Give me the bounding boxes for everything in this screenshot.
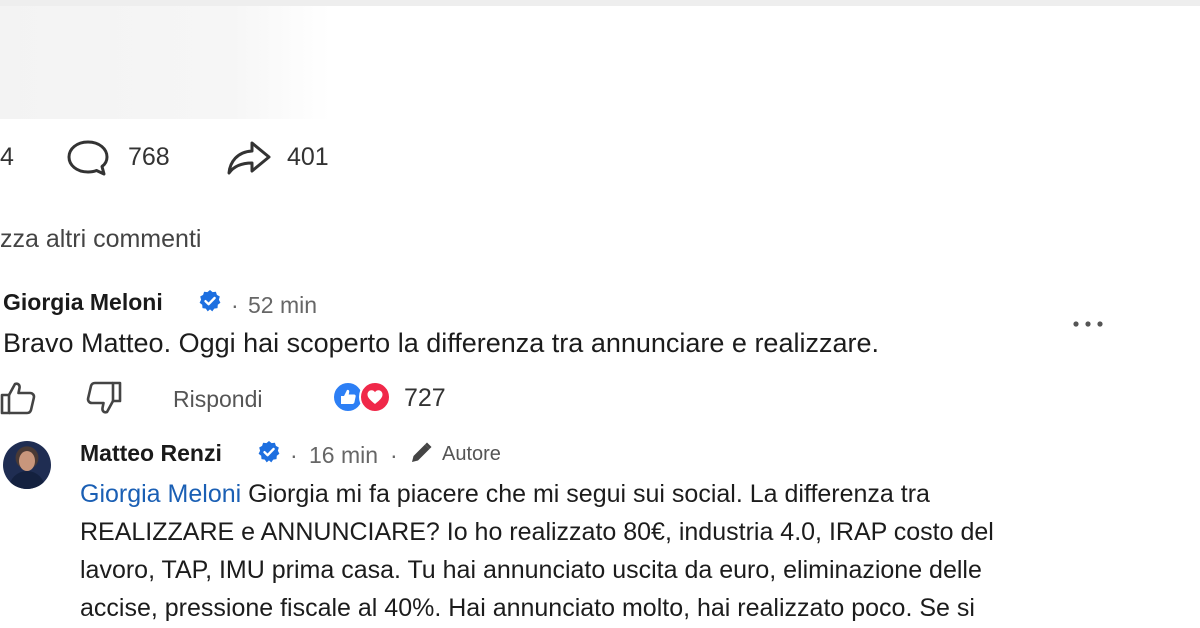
pencil-icon xyxy=(412,442,432,462)
like-icon[interactable] xyxy=(0,380,38,416)
shares-count[interactable]: 401 xyxy=(287,143,329,172)
share-icon[interactable] xyxy=(226,138,272,178)
verified-badge-icon xyxy=(258,441,280,463)
avatar[interactable] xyxy=(3,441,51,489)
reply-text-line-4: accise, pressione fiscale al 40%. Hai an… xyxy=(80,594,975,622)
reply-text-line-1: Giorgia Meloni Giorgia mi fa piacere che… xyxy=(80,476,930,512)
reply-dot-separator-2: · xyxy=(390,442,398,468)
reply-line-1: Giorgia mi fa piacere che mi segui sui s… xyxy=(241,480,930,508)
reply-timestamp[interactable]: 16 min xyxy=(309,442,378,469)
reactions-icon[interactable] xyxy=(331,379,399,415)
reply-author-name[interactable]: Matteo Renzi xyxy=(80,440,222,467)
avatar-face xyxy=(19,451,35,471)
avatar-suit xyxy=(9,471,45,489)
view-more-comments-link[interactable]: zza altri commenti xyxy=(0,225,201,254)
reply-text-line-3: lavoro, TAP, IMU prima casa. Tu hai annu… xyxy=(80,556,982,584)
comment-dot-separator: · xyxy=(231,292,239,318)
comments-count[interactable]: 768 xyxy=(128,143,170,172)
reactions-count[interactable]: 727 xyxy=(404,384,446,413)
author-badge: Autore xyxy=(442,443,501,465)
reply-text-line-2: REALIZZARE e ANNUNCIARE? Io ho realizzat… xyxy=(80,518,994,546)
comment-icon[interactable] xyxy=(66,138,110,178)
more-options-icon[interactable] xyxy=(1071,318,1105,330)
comment-author-name[interactable]: Giorgia Meloni xyxy=(3,289,163,316)
likes-count: 4 xyxy=(0,143,14,171)
comment-text: Bravo Matteo. Oggi hai scoperto la diffe… xyxy=(3,328,879,358)
verified-badge-icon xyxy=(199,290,221,312)
reply-button[interactable]: Rispondi xyxy=(173,386,263,413)
mention-link[interactable]: Giorgia Meloni xyxy=(80,480,241,508)
post-image-area xyxy=(0,6,330,119)
dislike-icon[interactable] xyxy=(84,380,122,416)
comment-timestamp[interactable]: 52 min xyxy=(248,292,317,319)
reply-dot-separator: · xyxy=(290,442,298,468)
